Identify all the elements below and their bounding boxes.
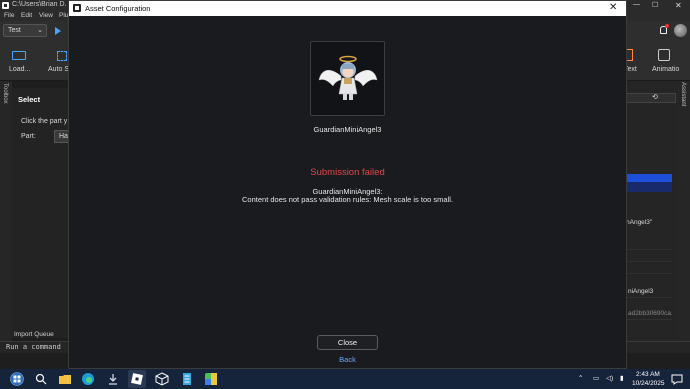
edge-browser-icon[interactable]: [81, 372, 95, 386]
clock-date[interactable]: 10/24/2025: [632, 380, 665, 387]
roblox-studio-logo-icon: [2, 2, 9, 9]
play-icon[interactable]: [55, 27, 61, 35]
history-icon[interactable]: ⟲: [652, 93, 658, 101]
back-link[interactable]: Back: [317, 355, 378, 364]
load-button-label[interactable]: Load...: [9, 66, 30, 73]
window-close-icon[interactable]: ✕: [675, 1, 682, 10]
command-input[interactable]: Run a command: [6, 343, 61, 351]
search-icon[interactable]: [34, 372, 48, 386]
menu-plugins[interactable]: Plu: [59, 12, 68, 19]
network-icon[interactable]: ▭: [593, 374, 599, 382]
color-app-icon[interactable]: [204, 372, 218, 386]
list-item[interactable]: [626, 264, 672, 274]
roblox-studio-icon[interactable]: [130, 372, 144, 386]
battery-icon[interactable]: ▮: [620, 374, 624, 382]
error-message: Content does not pass validation rules: …: [242, 195, 453, 204]
test-mode-dropdown[interactable]: Test ⌄: [3, 24, 47, 37]
cube-icon[interactable]: [155, 372, 169, 386]
part-label: Part:: [21, 133, 36, 140]
list-item[interactable]: [626, 252, 672, 262]
angel-figure-icon: [318, 55, 378, 100]
taskbar: [0, 369, 690, 389]
volume-icon[interactable]: ◁): [606, 374, 613, 382]
list-item[interactable]: ad2bb30690ca...: [626, 310, 672, 320]
dialog-title: Asset Configuration: [85, 4, 151, 13]
close-icon[interactable]: ✕: [609, 2, 617, 13]
assistant-rail: [678, 81, 690, 341]
toolbox-tab[interactable]: Toolbox: [2, 83, 8, 104]
notification-center-icon[interactable]: [670, 372, 684, 386]
selected-row-highlight: [626, 174, 672, 182]
select-instructions: Click the part y: [21, 118, 68, 125]
avatar[interactable]: [674, 24, 687, 37]
select-panel-title: Select: [18, 95, 41, 104]
download-icon[interactable]: [106, 372, 120, 386]
animation-label[interactable]: Animatio: [652, 66, 679, 73]
auto-size-icon[interactable]: [57, 51, 67, 61]
asset-configuration-dialog: Asset Configuration ✕ GuardianMiniAngel3…: [68, 0, 627, 369]
selection-block: [626, 182, 672, 192]
asset-thumbnail: [310, 41, 385, 116]
chevron-down-icon: ⌄: [37, 27, 43, 34]
file-explorer-icon[interactable]: [58, 372, 72, 386]
assistant-tab[interactable]: Assistant: [680, 82, 686, 106]
list-item[interactable]: niAngel3: [626, 288, 672, 298]
right-panel: [626, 81, 678, 341]
menu-file[interactable]: File: [4, 12, 14, 19]
toolbox-rail: [0, 81, 12, 341]
notification-dot: [665, 24, 669, 28]
chevron-up-icon[interactable]: ⌃: [578, 374, 583, 382]
dialog-titlebar: Asset Configuration ✕: [69, 1, 626, 16]
test-mode-value: Test: [8, 27, 21, 34]
select-panel: [12, 88, 68, 338]
clock-time[interactable]: 2:43 AM: [636, 371, 660, 378]
menu-view[interactable]: View: [39, 12, 53, 19]
notepad-icon[interactable]: [180, 372, 194, 386]
submission-failed-title: Submission failed: [310, 167, 385, 178]
roblox-studio-logo-icon: [73, 4, 81, 12]
asset-name: GuardianMiniAngel3: [313, 125, 382, 134]
animation-icon[interactable]: [658, 49, 670, 61]
load-icon[interactable]: [12, 51, 26, 60]
close-button[interactable]: Close: [317, 335, 378, 350]
menu-edit[interactable]: Edit: [21, 12, 32, 19]
properties-tab[interactable]: nAngel3": [626, 219, 652, 226]
import-queue-tab[interactable]: Import Queue: [14, 331, 54, 338]
explorer-search-input[interactable]: [626, 93, 676, 103]
maximize-icon[interactable]: ☐: [652, 1, 658, 9]
list-item[interactable]: [626, 240, 672, 250]
start-icon[interactable]: [10, 372, 24, 386]
minimize-icon[interactable]: —: [633, 1, 640, 8]
